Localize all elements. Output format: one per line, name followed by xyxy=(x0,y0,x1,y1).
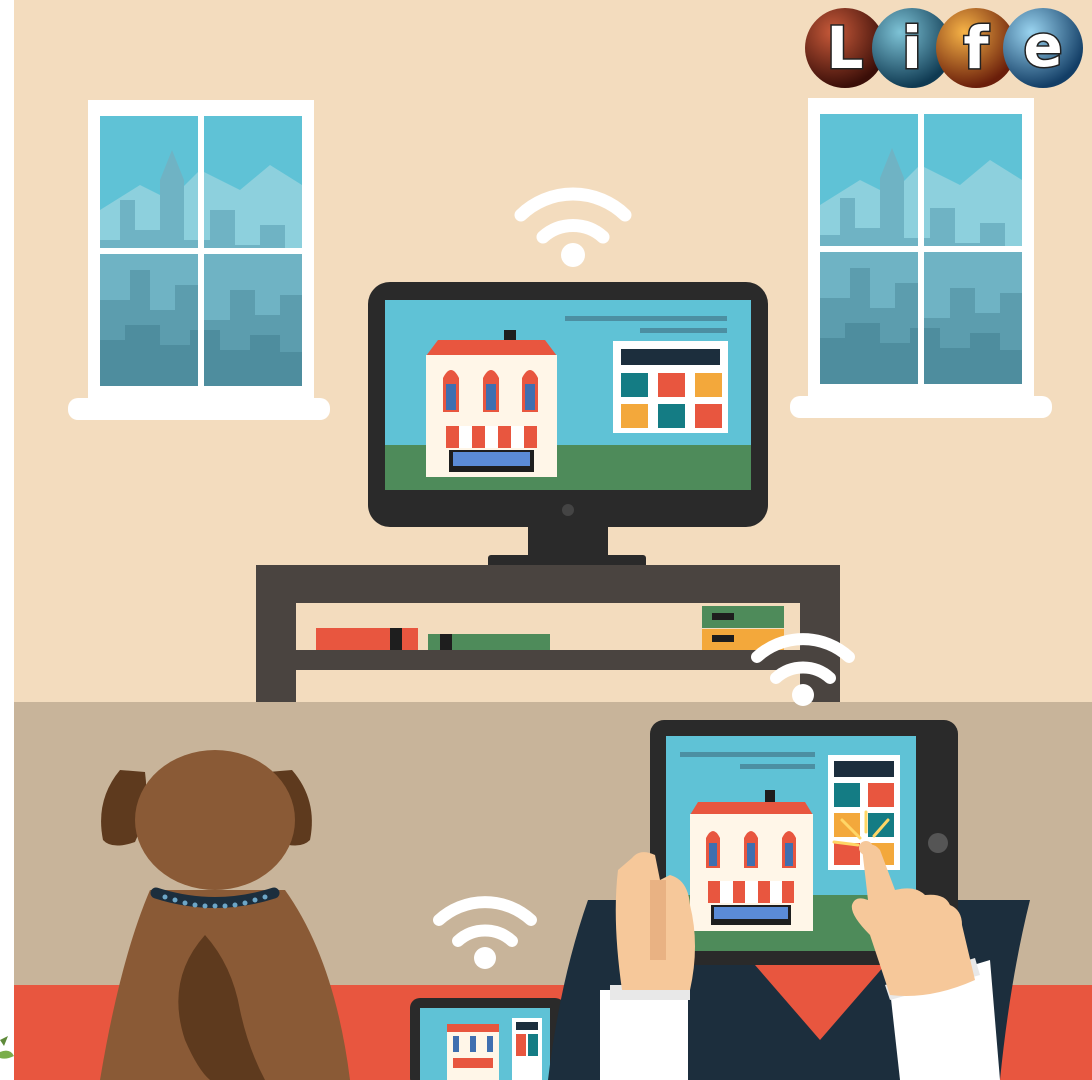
svg-text:f: f xyxy=(963,14,989,82)
smartphone xyxy=(410,998,565,1080)
left-window xyxy=(68,100,330,420)
smart-home-illustration xyxy=(0,0,1092,1080)
svg-text:e: e xyxy=(1023,12,1062,80)
life-logo: L i f e xyxy=(803,6,1087,90)
tablet-store-icon xyxy=(690,790,813,931)
right-window xyxy=(790,98,1052,418)
tv-app-panel xyxy=(613,341,728,433)
svg-text:i: i xyxy=(902,14,922,82)
tv xyxy=(368,282,768,569)
tv-store-icon xyxy=(426,330,557,477)
svg-text:L: L xyxy=(827,14,864,82)
